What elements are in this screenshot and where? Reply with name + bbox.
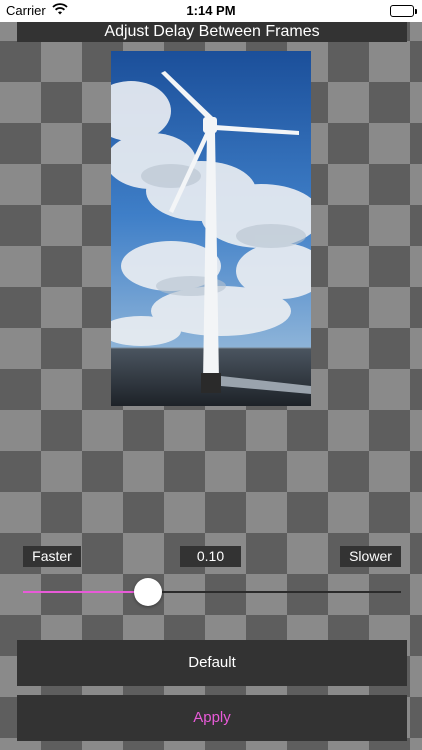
battery-icon bbox=[390, 5, 414, 17]
apply-button[interactable]: Apply bbox=[17, 695, 407, 741]
slider-track-fill bbox=[23, 591, 148, 593]
gif-frame-preview bbox=[111, 51, 311, 406]
clock: 1:14 PM bbox=[186, 3, 236, 18]
delay-slider[interactable] bbox=[23, 578, 401, 606]
page-title: Adjust Delay Between Frames bbox=[17, 22, 407, 42]
faster-label: Faster bbox=[23, 546, 81, 567]
delay-value-display: 0.10 bbox=[180, 546, 241, 567]
battery-tip bbox=[415, 9, 417, 14]
default-button[interactable]: Default bbox=[17, 640, 407, 686]
status-bar: Carrier 1:14 PM bbox=[0, 0, 422, 22]
slower-label: Slower bbox=[340, 546, 401, 567]
slider-thumb[interactable] bbox=[133, 578, 162, 606]
